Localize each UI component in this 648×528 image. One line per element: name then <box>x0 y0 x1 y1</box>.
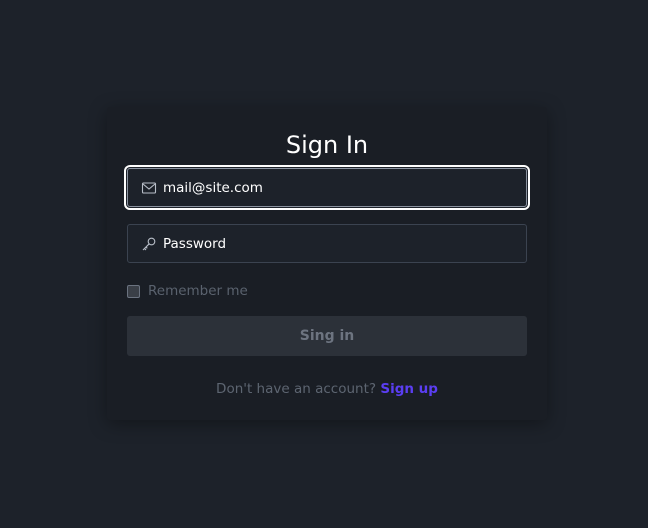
sign-in-card: Sign In Remember me Sing in Don't have a… <box>107 107 547 420</box>
signup-prompt: Don't have an account? Sign up <box>107 381 547 397</box>
signup-prompt-text: Don't have an account? <box>216 381 377 397</box>
key-icon <box>141 236 157 252</box>
email-input[interactable] <box>163 169 513 206</box>
mail-icon <box>141 180 157 196</box>
password-input[interactable] <box>163 225 513 262</box>
sign-in-button[interactable]: Sing in <box>127 316 527 356</box>
password-field[interactable] <box>127 224 527 263</box>
remember-checkbox[interactable] <box>127 284 140 298</box>
signup-link[interactable]: Sign up <box>380 381 438 397</box>
email-field[interactable] <box>127 168 527 207</box>
remember-me[interactable]: Remember me <box>127 283 248 299</box>
remember-label: Remember me <box>148 283 248 299</box>
page-title: Sign In <box>285 131 369 159</box>
